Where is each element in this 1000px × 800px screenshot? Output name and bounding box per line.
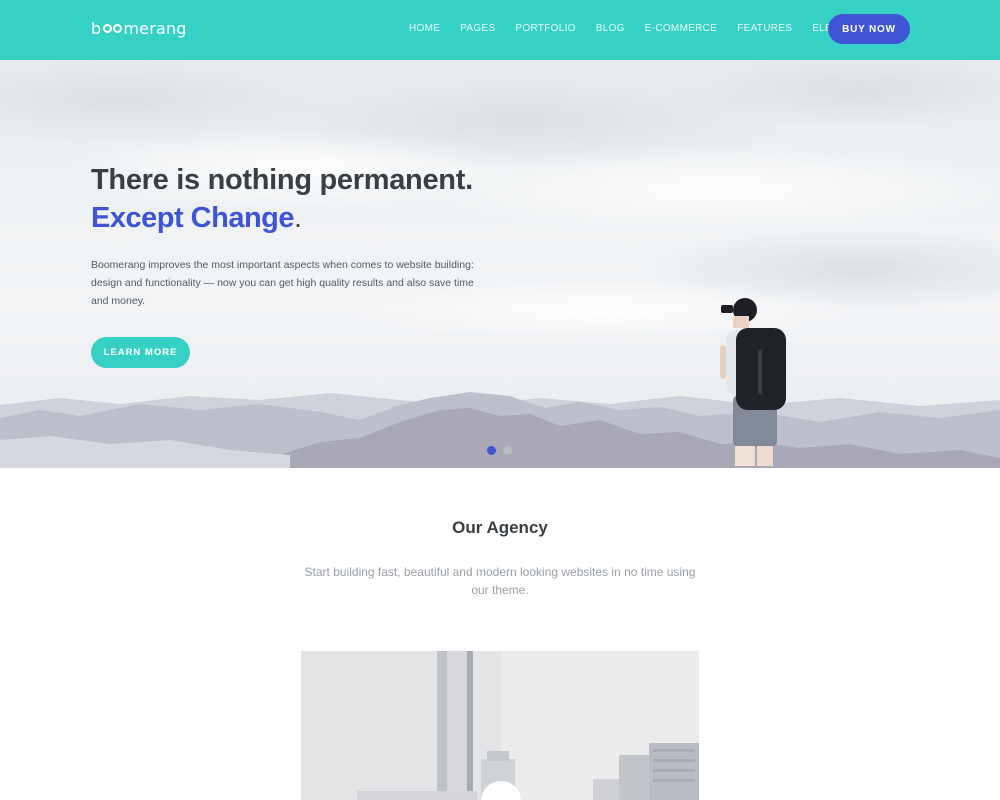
logo-text-suffix: merang — [123, 19, 187, 38]
top-navbar: b merang HOME PAGES PORTFOLIO BLOG E-COM… — [0, 0, 1000, 60]
agency-feature-image — [301, 651, 699, 800]
logo-text-prefix: b — [91, 19, 102, 38]
hero-title: There is nothing permanent. — [91, 164, 473, 196]
buy-now-button[interactable]: BUY NOW — [828, 14, 910, 44]
learn-more-button[interactable]: LEARN MORE — [91, 337, 190, 368]
section-description-agency: Start building fast, beautiful and moder… — [304, 565, 696, 597]
section-title-agency: Our Agency — [452, 518, 548, 537]
nav-item-home[interactable]: HOME — [409, 23, 440, 34]
hero-subtitle: Except Change. — [91, 202, 302, 235]
hero-subtitle-punct: . — [294, 202, 302, 234]
nav-item-features[interactable]: FEATURES — [737, 23, 792, 34]
nav-item-blog[interactable]: BLOG — [596, 23, 625, 34]
office-city-illustration — [301, 651, 699, 800]
slider-pagination — [487, 446, 519, 455]
nav-item-portfolio[interactable]: PORTFOLIO — [515, 23, 575, 34]
hero-slider: There is nothing permanent. Except Chang… — [0, 60, 1000, 468]
nav-item-pages[interactable]: PAGES — [460, 23, 495, 34]
slider-dot-1[interactable] — [487, 446, 496, 455]
hero-subtitle-text: Except Change — [91, 202, 295, 234]
slider-dot-2[interactable] — [503, 446, 512, 455]
main-nav: HOME PAGES PORTFOLIO BLOG E-COMMERCE FEA… — [409, 23, 889, 34]
nav-item-ecommerce[interactable]: E-COMMERCE — [645, 23, 717, 34]
logo-infinity-icon — [102, 24, 122, 33]
hero-description: Boomerang improves the most important as… — [91, 259, 474, 307]
brand-logo[interactable]: b merang — [91, 19, 187, 38]
